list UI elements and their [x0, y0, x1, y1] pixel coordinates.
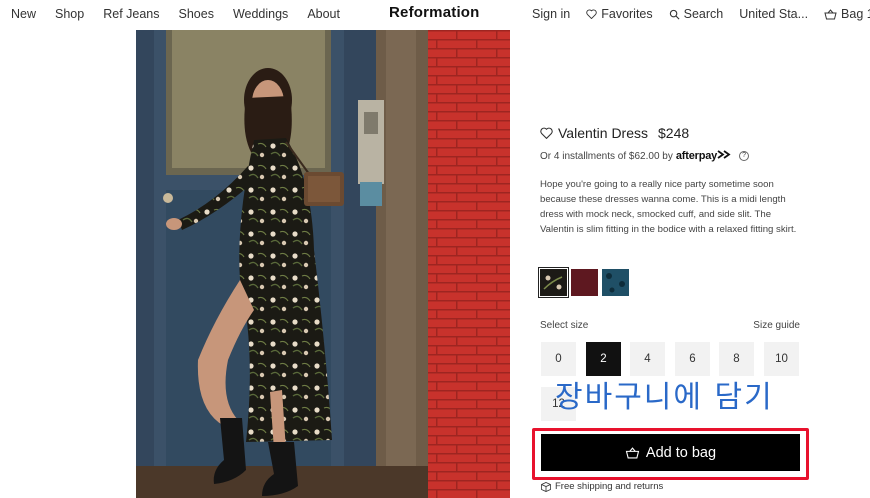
add-to-bag-label: Add to bag — [645, 444, 717, 461]
product-title-row: Valentin Dress $248 — [540, 125, 689, 141]
floral-swatch-pattern — [543, 275, 563, 290]
size-button-2[interactable]: 2 — [586, 342, 621, 376]
nav-item-new[interactable]: New — [11, 7, 36, 21]
search-icon — [669, 9, 680, 20]
afterpay-logo: afterpay — [676, 150, 731, 162]
nav-item-about[interactable]: About — [307, 7, 340, 21]
nav-left-menu: New Shop Ref Jeans Shoes Weddings About — [11, 7, 340, 21]
nav-item-ref-jeans[interactable]: Ref Jeans — [103, 7, 159, 21]
afterpay-logo-text: afterpay — [675, 150, 718, 162]
search-link[interactable]: Search — [669, 7, 724, 21]
size-button-0[interactable]: 0 — [541, 342, 576, 376]
sign-in-link[interactable]: Sign in — [532, 7, 570, 21]
installments-text: Or 4 installments of $62.00 by — [540, 150, 673, 162]
heart-icon — [586, 9, 597, 19]
product-photo-illustration — [136, 30, 510, 498]
size-button-8[interactable]: 8 — [719, 342, 754, 376]
product-description: Hope you're going to a really nice party… — [540, 179, 797, 235]
product-name: Valentin Dress — [558, 125, 649, 141]
size-button-10[interactable]: 10 — [764, 342, 799, 376]
site-logo[interactable]: Reformation — [389, 4, 480, 21]
swatch-black-floral[interactable] — [538, 267, 569, 298]
dot-swatch-pattern — [606, 273, 625, 293]
swatch-burgundy[interactable] — [571, 269, 598, 296]
search-label: Search — [683, 7, 724, 21]
product-price: $248 — [658, 125, 690, 141]
size-guide-link[interactable]: Size guide — [753, 320, 800, 331]
size-header: Select size Size guide — [540, 320, 800, 331]
bag-link[interactable]: Bag 1 — [824, 7, 870, 21]
add-to-bag-button[interactable]: Add to bag — [541, 434, 800, 471]
region-label: United Sta... — [739, 7, 809, 21]
afterpay-arrows-icon — [717, 150, 731, 159]
swatch-teal[interactable] — [602, 269, 629, 296]
sign-in-label: Sign in — [532, 7, 571, 21]
favorites-label: Favorites — [601, 7, 653, 21]
help-icon[interactable]: ? — [739, 151, 750, 161]
color-swatches — [538, 267, 629, 298]
nav-item-shop[interactable]: Shop — [55, 7, 84, 21]
select-size-label: Select size — [540, 320, 589, 331]
bag-icon — [824, 8, 837, 20]
korean-annotation-label: 장바구니에 담기 — [555, 380, 774, 415]
bag-label: Bag 1 — [841, 7, 870, 21]
size-button-6[interactable]: 6 — [675, 342, 710, 376]
region-selector[interactable]: United Sta... — [739, 7, 808, 21]
box-icon — [541, 481, 551, 492]
nav-item-weddings[interactable]: Weddings — [233, 7, 288, 21]
nav-right-menu: Sign in Favorites Search United Sta... B… — [532, 7, 870, 21]
size-button-4[interactable]: 4 — [630, 342, 665, 376]
afterpay-row: Or 4 installments of $62.00 by afterpay … — [540, 150, 750, 162]
favorites-link[interactable]: Favorites — [586, 7, 653, 21]
shipping-text: Free shipping and returns — [555, 481, 664, 492]
shipping-note: Free shipping and returns — [541, 481, 663, 492]
favorite-heart-icon[interactable] — [540, 127, 553, 139]
top-navigation: New Shop Ref Jeans Shoes Weddings About … — [0, 0, 870, 28]
product-image[interactable] — [136, 30, 510, 498]
bag-icon — [625, 446, 640, 459]
nav-item-shoes[interactable]: Shoes — [179, 7, 214, 21]
